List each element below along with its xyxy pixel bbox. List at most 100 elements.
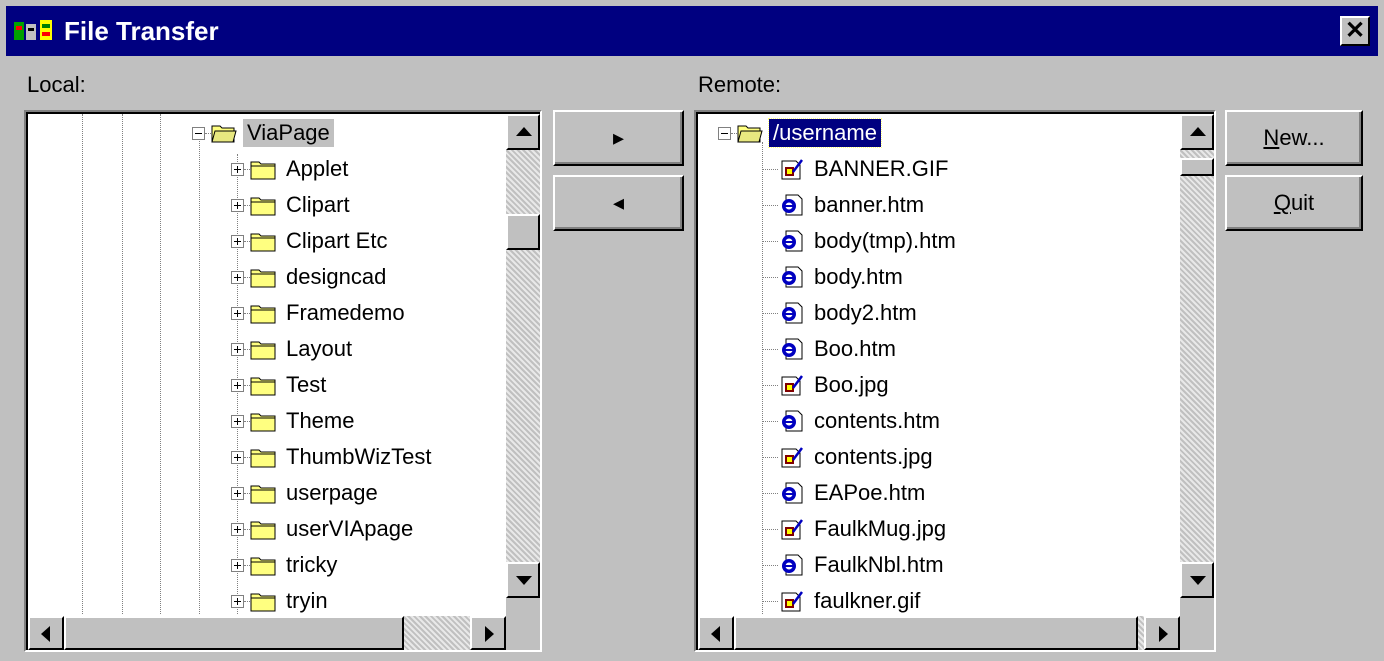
- file-item[interactable]: BANNER.GIF: [762, 152, 952, 186]
- file-item[interactable]: contents.htm: [762, 404, 944, 438]
- tree-guide-line: [82, 114, 83, 614]
- close-button[interactable]: ✕: [1340, 16, 1370, 46]
- image-file-icon: [781, 447, 803, 468]
- collapse-icon[interactable]: [718, 126, 731, 140]
- local-tree-view[interactable]: ViaPage Applet Clipart Clipart Etc designca…: [24, 110, 542, 652]
- tree-node-folder[interactable]: Clipart Etc: [231, 224, 391, 258]
- tree-node-folder[interactable]: Applet: [231, 152, 352, 186]
- scroll-left-button[interactable]: [28, 616, 64, 650]
- file-name: FaulkMug.jpg: [814, 516, 947, 541]
- folder-icon: [250, 233, 276, 252]
- file-item[interactable]: contents.jpg: [762, 440, 937, 474]
- local-horizontal-scrollbar[interactable]: [28, 616, 506, 650]
- folder-icon: [250, 269, 276, 288]
- scroll-right-button[interactable]: [470, 616, 506, 650]
- tree-node-viapage[interactable]: ViaPage: [192, 116, 334, 150]
- file-item[interactable]: body.htm: [762, 260, 907, 294]
- close-icon: ✕: [1344, 17, 1366, 44]
- tree-node-folder[interactable]: Theme: [231, 404, 358, 438]
- scroll-right-button[interactable]: [1144, 616, 1180, 650]
- tree-node-label: ViaPage: [243, 119, 334, 147]
- scroll-thumb[interactable]: [734, 616, 1138, 650]
- folder-icon: [250, 593, 276, 612]
- file-name: FaulkNbl.htm: [814, 552, 944, 577]
- tree-node-label: /username: [768, 118, 882, 148]
- file-item[interactable]: FaulkMug.jpg: [762, 512, 950, 546]
- expand-icon[interactable]: [231, 558, 244, 572]
- tree-node-folder[interactable]: Framedemo: [231, 296, 409, 330]
- open-folder-icon: [737, 125, 763, 143]
- expand-icon[interactable]: [231, 522, 244, 536]
- scroll-thumb[interactable]: [506, 214, 540, 250]
- quit-button[interactable]: Quit: [1225, 175, 1363, 231]
- collapse-icon[interactable]: [192, 126, 205, 140]
- file-item[interactable]: Boo.htm: [762, 332, 900, 366]
- file-item[interactable]: body(tmp).htm: [762, 224, 960, 258]
- remote-horizontal-scrollbar[interactable]: [698, 616, 1180, 650]
- file-name: contents.htm: [814, 408, 940, 433]
- tree-node-label: ThumbWizTest: [286, 444, 432, 469]
- tree-node-folder[interactable]: Test: [231, 368, 330, 402]
- file-item[interactable]: FaulkNbl.htm: [762, 548, 948, 582]
- file-item[interactable]: EAPoe.htm: [762, 476, 929, 510]
- tree-node-label: userpage: [286, 480, 378, 505]
- arrow-up-icon: [1190, 127, 1206, 136]
- expand-icon[interactable]: [231, 198, 244, 212]
- expand-icon[interactable]: [231, 234, 244, 248]
- expand-icon[interactable]: [231, 486, 244, 500]
- tree-node-folder[interactable]: Layout: [231, 332, 356, 366]
- remote-vertical-scrollbar[interactable]: [1180, 114, 1214, 598]
- remote-tree-view[interactable]: /username BANNER.GIF banner.htm body(tmp).…: [694, 110, 1216, 652]
- scroll-up-button[interactable]: [1180, 114, 1214, 150]
- tree-node-folder[interactable]: ThumbWizTest: [231, 440, 435, 474]
- arrow-down-icon: [516, 576, 532, 585]
- expand-icon[interactable]: [231, 378, 244, 392]
- html-file-icon: [782, 482, 803, 504]
- scroll-thumb[interactable]: [64, 616, 404, 650]
- image-file-icon: [781, 591, 803, 612]
- local-vertical-scrollbar[interactable]: [506, 114, 540, 598]
- image-file-icon: [781, 519, 803, 540]
- file-name: Boo.jpg: [814, 372, 889, 397]
- tree-node-folder[interactable]: tricky: [231, 548, 341, 582]
- upload-button[interactable]: ▸: [553, 110, 684, 166]
- arrow-down-icon: [1190, 576, 1206, 585]
- folder-icon: [250, 305, 276, 324]
- expand-icon[interactable]: [231, 162, 244, 176]
- arrow-left-icon: [711, 626, 720, 642]
- scroll-thumb[interactable]: [1180, 158, 1214, 176]
- tree-node-root[interactable]: /username: [718, 116, 882, 150]
- new-button[interactable]: New...: [1225, 110, 1363, 166]
- arrow-up-icon: [516, 127, 532, 136]
- tree-node-folder[interactable]: tryin: [231, 584, 332, 618]
- expand-icon[interactable]: [231, 306, 244, 320]
- file-item[interactable]: Boo.jpg: [762, 368, 893, 402]
- scroll-left-button[interactable]: [698, 616, 734, 650]
- scroll-down-button[interactable]: [506, 562, 540, 598]
- expand-icon[interactable]: [231, 270, 244, 284]
- file-item[interactable]: banner.htm: [762, 188, 928, 222]
- tree-node-folder[interactable]: Clipart: [231, 188, 354, 222]
- file-item[interactable]: body2.htm: [762, 296, 921, 330]
- scrollbar-corner: [506, 598, 540, 650]
- expand-icon[interactable]: [231, 342, 244, 356]
- html-file-icon: [782, 266, 803, 288]
- expand-icon[interactable]: [231, 414, 244, 428]
- expand-icon[interactable]: [231, 594, 244, 608]
- tree-node-label: userVIApage: [286, 516, 414, 541]
- image-file-icon: [781, 159, 803, 180]
- scroll-up-button[interactable]: [506, 114, 540, 150]
- file-name: faulkner.gif: [814, 588, 921, 613]
- title-bar[interactable]: File Transfer ✕: [6, 6, 1378, 56]
- file-name: BANNER.GIF: [814, 156, 949, 181]
- tree-node-folder[interactable]: userVIApage: [231, 512, 417, 546]
- tree-guide-line: [160, 114, 161, 614]
- file-item[interactable]: faulkner.gif: [762, 584, 924, 618]
- scroll-down-button[interactable]: [1180, 562, 1214, 598]
- folder-icon: [250, 197, 276, 216]
- expand-icon[interactable]: [231, 450, 244, 464]
- download-button[interactable]: ◂: [553, 175, 684, 231]
- folder-icon: [250, 161, 276, 180]
- tree-node-folder[interactable]: userpage: [231, 476, 382, 510]
- tree-node-folder[interactable]: designcad: [231, 260, 390, 294]
